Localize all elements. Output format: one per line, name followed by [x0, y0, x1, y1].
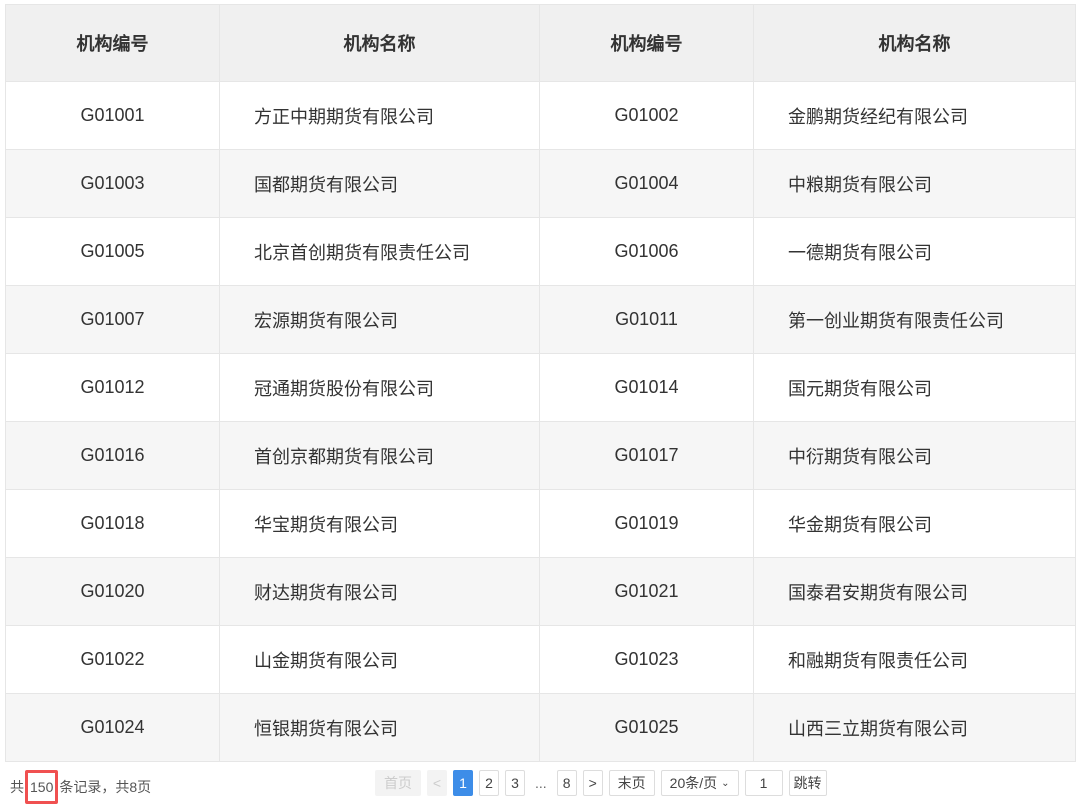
institution-code: G01001 [5, 81, 220, 150]
table-row: G01016 首创京都期货有限公司 G01017 中衍期货有限公司 [5, 421, 1076, 490]
table-row: G01007 宏源期货有限公司 G01011 第一创业期货有限责任公司 [5, 285, 1076, 354]
last-page-button[interactable]: 末页 [608, 770, 655, 796]
institution-code: G01018 [5, 489, 220, 558]
institution-code: G01007 [5, 285, 220, 354]
next-page-button[interactable]: > [582, 770, 603, 796]
institution-code: G01022 [5, 625, 220, 694]
page-8-button[interactable]: 8 [556, 770, 577, 796]
header-code: 机构编号 [539, 4, 754, 82]
table-row: G01012 冠通期货股份有限公司 G01014 国元期货有限公司 [5, 353, 1076, 422]
prev-page-button[interactable]: < [427, 770, 447, 796]
institution-name: 山西三立期货有限公司 [753, 693, 1076, 762]
table-row: G01001 方正中期期货有限公司 G01002 金鹏期货经纪有限公司 [5, 81, 1076, 150]
table-row: G01024 恒银期货有限公司 G01025 山西三立期货有限公司 [5, 693, 1076, 762]
institution-name: 华金期货有限公司 [753, 489, 1076, 558]
institution-code: G01014 [539, 353, 754, 422]
institution-name: 一德期货有限公司 [753, 217, 1076, 286]
institution-name: 中粮期货有限公司 [753, 149, 1076, 218]
table-row: G01018 华宝期货有限公司 G01019 华金期货有限公司 [5, 489, 1076, 558]
institution-code: G01021 [539, 557, 754, 626]
first-page-button[interactable]: 首页 [375, 770, 421, 796]
institution-code: G01004 [539, 149, 754, 218]
institution-code: G01012 [5, 353, 220, 422]
summary-prefix: 共 [10, 779, 24, 795]
institution-name: 首创京都期货有限公司 [219, 421, 540, 490]
institution-name: 国都期货有限公司 [219, 149, 540, 218]
jump-page-input[interactable]: 1 [744, 770, 783, 796]
total-count-highlight: 150 [25, 770, 59, 804]
institution-code: G01017 [539, 421, 754, 490]
jump-button[interactable]: 跳转 [788, 770, 827, 796]
page-3-button[interactable]: 3 [505, 770, 525, 796]
institution-code: G01016 [5, 421, 220, 490]
institution-name: 中衍期货有限公司 [753, 421, 1076, 490]
institution-name: 恒银期货有限公司 [219, 693, 540, 762]
table-row: G01003 国都期货有限公司 G01004 中粮期货有限公司 [5, 149, 1076, 218]
institution-table: 机构编号 机构名称 机构编号 机构名称 G01001 方正中期期货有限公司 G010… [5, 4, 1076, 762]
institution-name: 财达期货有限公司 [219, 557, 540, 626]
institution-name: 和融期货有限责任公司 [753, 625, 1076, 694]
header-code: 机构编号 [5, 4, 220, 82]
page-size-value: 20条/页 [669, 775, 718, 791]
institution-code: G01005 [5, 217, 220, 286]
institution-code: G01023 [539, 625, 754, 694]
table-row: G01005 北京首创期货有限责任公司 G01006 一德期货有限公司 [5, 217, 1076, 286]
page-2-button[interactable]: 2 [479, 770, 499, 796]
record-summary: 共 150 条记录，共8页 [10, 770, 151, 804]
table-header: 机构编号 机构名称 机构编号 机构名称 [5, 4, 1076, 82]
header-name: 机构名称 [219, 4, 540, 82]
page-size-select[interactable]: 20条/页 ⌄ [660, 770, 739, 796]
institution-name: 北京首创期货有限责任公司 [219, 217, 540, 286]
institution-name: 华宝期货有限公司 [219, 489, 540, 558]
institution-code: G01006 [539, 217, 754, 286]
institution-name: 宏源期货有限公司 [219, 285, 540, 354]
institution-code: G01002 [539, 81, 754, 150]
institution-code: G01011 [539, 285, 754, 354]
institution-code: G01019 [539, 489, 754, 558]
table-row: G01020 财达期货有限公司 G01021 国泰君安期货有限公司 [5, 557, 1076, 626]
institution-name: 冠通期货股份有限公司 [219, 353, 540, 422]
institution-name: 方正中期期货有限公司 [219, 81, 540, 150]
institution-code: G01020 [5, 557, 220, 626]
institution-name: 国元期货有限公司 [753, 353, 1076, 422]
page-1-button[interactable]: 1 [453, 770, 473, 796]
institution-code: G01024 [5, 693, 220, 762]
pagination: 首页 < 1 2 3 ... 8 > 末页 20条/页 ⌄ 1 跳转 [375, 770, 827, 796]
table-row: G01022 山金期货有限公司 G01023 和融期货有限责任公司 [5, 625, 1076, 694]
ellipsis: ... [535, 775, 547, 791]
chevron-down-icon: ⌄ [721, 777, 730, 789]
institution-name: 山金期货有限公司 [219, 625, 540, 694]
institution-name: 第一创业期货有限责任公司 [753, 285, 1076, 354]
institution-code: G01025 [539, 693, 754, 762]
institution-code: G01003 [5, 149, 220, 218]
summary-suffix: 条记录，共8页 [59, 779, 152, 795]
institution-name: 金鹏期货经纪有限公司 [753, 81, 1076, 150]
header-name: 机构名称 [753, 4, 1076, 82]
institution-name: 国泰君安期货有限公司 [753, 557, 1076, 626]
